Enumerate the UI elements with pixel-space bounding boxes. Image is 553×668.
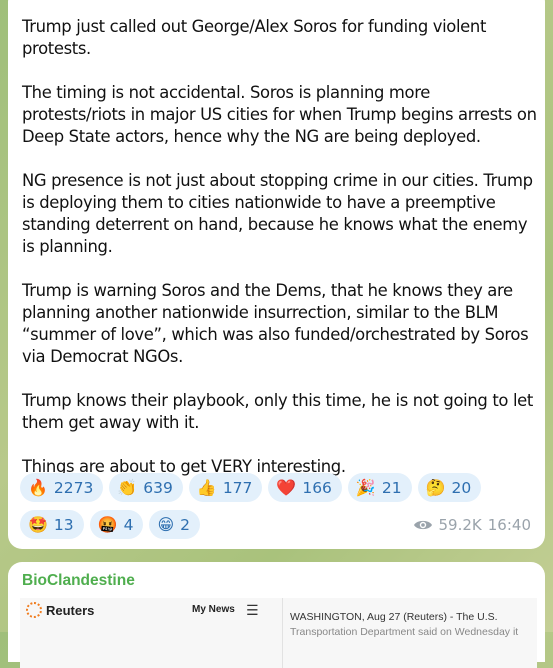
- reaction-count: 639: [143, 478, 173, 497]
- message-paragraph: The timing is not accidental. Soros is p…: [22, 83, 537, 146]
- reaction-count: 20: [451, 478, 472, 497]
- message-text: Trump just called out George/Alex Soros …: [22, 16, 537, 478]
- author-name[interactable]: BioClandestine: [22, 572, 135, 590]
- reuters-logo: Reuters: [26, 602, 94, 618]
- reaction-heart[interactable]: ❤️ 166: [268, 473, 342, 502]
- my-news-link: My News: [192, 604, 235, 615]
- clap-icon: 👏: [117, 477, 138, 497]
- reaction-cursing[interactable]: 🤬 4: [89, 510, 144, 539]
- link-preview-image[interactable]: Reuters My News ☰ WASHINGTON, Aug 27 (Re…: [20, 598, 537, 668]
- reaction-thumbs-up[interactable]: 👍 177: [188, 473, 263, 502]
- cursing-face-icon: 🤬: [97, 514, 118, 534]
- message-paragraph: Trump just called out George/Alex Soros …: [22, 17, 487, 58]
- star-struck-icon: 🤩: [28, 514, 48, 534]
- message-paragraph: Trump knows their playbook, only this ti…: [22, 391, 533, 432]
- menu-icon: ☰: [246, 603, 259, 619]
- reaction-count: 4: [123, 515, 134, 534]
- article-excerpt: WASHINGTON, Aug 27 (Reuters) - The U.S. …: [290, 610, 530, 640]
- divider: [282, 598, 283, 668]
- reaction-thinking[interactable]: 🤔 20: [417, 473, 482, 502]
- reuters-logo-icon: [26, 602, 42, 618]
- reaction-clap[interactable]: 👏 639: [109, 473, 183, 502]
- reaction-count: 21: [381, 478, 402, 497]
- reaction-grin[interactable]: 😁 2: [149, 510, 201, 539]
- reaction-count: 13: [53, 515, 74, 534]
- reaction-count: 166: [302, 478, 332, 497]
- eye-icon: [413, 520, 432, 530]
- party-icon: 🎉: [355, 477, 376, 497]
- fire-icon: 🔥: [28, 477, 48, 497]
- view-count: 59.2K: [438, 516, 482, 534]
- message-time: 16:40: [487, 516, 531, 534]
- article-line: Transportation Department said on Wednes…: [290, 626, 519, 638]
- heart-icon: ❤️: [276, 477, 297, 497]
- message-paragraph: NG presence is not just about stopping c…: [22, 171, 533, 256]
- reaction-fire[interactable]: 🔥 2273: [20, 473, 104, 502]
- reaction-count: 2273: [53, 478, 94, 497]
- reaction-party[interactable]: 🎉 21: [347, 473, 412, 502]
- thinking-icon: 🤔: [425, 477, 446, 497]
- reaction-count: 177: [222, 478, 253, 497]
- thumbs-up-icon: 👍: [196, 477, 217, 497]
- reaction-count: 2: [180, 515, 191, 534]
- grin-icon: 😁: [157, 514, 175, 534]
- message-meta: 59.2K 16:40: [413, 516, 531, 534]
- reaction-star-struck[interactable]: 🤩 13: [20, 510, 84, 539]
- message-bubble: Trump just called out George/Alex Soros …: [8, 0, 545, 549]
- message-paragraph: Trump is warning Soros and the Dems, tha…: [22, 281, 529, 366]
- logo-text: Reuters: [46, 602, 95, 618]
- article-line: WASHINGTON, Aug 27 (Reuters) - The U.S.: [290, 611, 498, 623]
- message-bubble: BioClandestine Reuters My News ☰ WASHING…: [8, 562, 545, 668]
